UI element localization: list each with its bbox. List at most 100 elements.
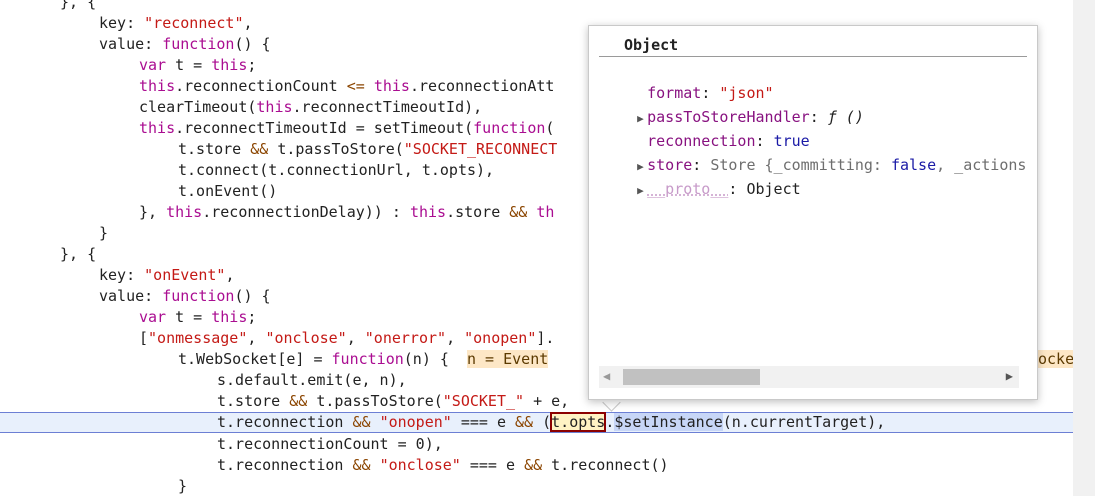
inline-value-annotation: ocke: [1038, 350, 1073, 368]
string-literal: "onopen": [379, 413, 452, 431]
code-text: t.reconnection: [217, 413, 353, 431]
code-text: ,: [247, 329, 266, 347]
code-text: === e: [460, 456, 525, 474]
code-text: t.store: [217, 392, 290, 410]
code-text: .reconnectionDelay)) :: [202, 203, 410, 221]
property-value-bool: false: [890, 156, 937, 174]
keyword: this: [139, 77, 176, 95]
code-text: t.passToStore(: [268, 140, 404, 158]
operator: &&: [352, 456, 371, 474]
code-line: }, {: [0, 0, 1073, 13]
property-value: , _actions: [936, 156, 1027, 174]
code-text: ;: [247, 56, 257, 74]
operator: &&: [524, 456, 543, 474]
editor-vertical-scrollbar[interactable]: [1073, 0, 1095, 496]
string-literal: "SOCKET_": [442, 392, 525, 410]
keyword: this: [211, 308, 248, 326]
code-text: (n) {: [403, 350, 467, 368]
scroll-left-icon[interactable]: ◀: [603, 369, 610, 383]
code-text: }: [178, 477, 188, 495]
code-text: }, {: [60, 245, 97, 263]
code-text: t.reconnectionCount = 0),: [217, 435, 443, 453]
property-row-format: format: "json": [601, 60, 773, 102]
code-line-fragment: ocke: [1038, 349, 1073, 370]
code-text: key:: [99, 266, 145, 284]
code-line: t.reconnectionCount = 0),: [0, 434, 1073, 455]
code-text: [: [139, 329, 149, 347]
code-line: }: [0, 476, 1073, 496]
hovered-expression[interactable]: t.opts: [550, 412, 607, 432]
code-text: (: [545, 119, 555, 137]
code-text: key:: [99, 14, 145, 32]
keyword: this: [373, 77, 410, 95]
popover-horizontal-scrollbar[interactable]: ◀ ▶: [599, 366, 1019, 388]
code-text: () {: [234, 35, 271, 53]
operator: &&: [509, 203, 528, 221]
code-text: + e,: [524, 392, 570, 410]
string-literal: "onopen": [464, 329, 537, 347]
keyword: var: [139, 56, 167, 74]
code-line: t.reconnection && "onclose" === e && t.r…: [0, 455, 1073, 476]
string-literal: "onmessage": [148, 329, 248, 347]
keyword: function: [162, 35, 235, 53]
keyword: this: [256, 98, 293, 116]
string-literal: "onclose": [379, 456, 461, 474]
code-text: .reconnectionAtt: [409, 77, 555, 95]
code-text: s.default.emit(e, n),: [217, 371, 407, 389]
object-preview-popover[interactable]: Object format: "json" ▶ passToStoreHandle…: [588, 25, 1038, 400]
current-execution-line[interactable]: t.reconnection && "onopen" === e && (t.o…: [0, 412, 1073, 433]
code-text: t.WebSocket[e] =: [178, 350, 332, 368]
property-row-proto[interactable]: ▶ __proto__: Object: [601, 156, 801, 198]
operator: &&: [289, 392, 308, 410]
code-text: t.onEvent(): [178, 182, 278, 200]
code-text: ,: [243, 14, 253, 32]
string-literal: "onEvent": [144, 266, 226, 284]
code-text: }, {: [60, 0, 97, 11]
string-literal: "onclose": [265, 329, 347, 347]
code-text: clearTimeout(: [139, 98, 257, 116]
code-text: === e: [451, 413, 516, 431]
property-value: Object: [746, 180, 801, 198]
code-text: (: [533, 413, 552, 431]
property-row-passtostorehandler[interactable]: ▶ passToStoreHandler: ƒ (): [601, 84, 864, 126]
popover-title: Object: [599, 34, 1027, 57]
code-text: ,: [446, 329, 465, 347]
operator: &&: [250, 140, 269, 158]
keyword: th: [536, 203, 555, 221]
code-text: ,: [346, 329, 365, 347]
property-separator: :: [809, 108, 828, 126]
scroll-right-icon[interactable]: ▶: [1006, 369, 1013, 383]
keyword: this: [409, 203, 447, 221]
code-text: .reconnectionCount: [175, 77, 347, 95]
code-text: t.connect(t.connectionUrl, t.opts),: [178, 161, 495, 179]
keyword: this: [166, 203, 203, 221]
code-text: t =: [166, 308, 212, 326]
code-text: .reconnectTimeoutId),: [292, 98, 483, 116]
code-text: ,: [225, 266, 235, 284]
keyword: function: [473, 119, 546, 137]
code-text: .reconnectTimeoutId = setTimeout(: [175, 119, 474, 137]
expand-triangle-icon[interactable]: ▶: [637, 180, 647, 202]
code-text: t.reconnection: [217, 456, 353, 474]
scrollbar-thumb[interactable]: [623, 369, 760, 385]
string-literal: "onerror": [364, 329, 447, 347]
string-literal: "reconnect": [144, 14, 244, 32]
code-text: (n.currentTarget),: [722, 413, 886, 431]
code-text: t =: [166, 56, 212, 74]
property-value: ƒ (): [827, 108, 864, 126]
selected-text[interactable]: $setInstance: [614, 413, 723, 431]
operator: &&: [515, 413, 534, 431]
property-row-store[interactable]: ▶ store: Store {_committing: false, _acti…: [601, 132, 1026, 174]
code-text: ;: [247, 308, 257, 326]
operator: &&: [352, 413, 371, 431]
string-literal: "SOCKET_RECONNECT: [403, 140, 558, 158]
inline-value-annotation[interactable]: n = Event: [467, 350, 549, 368]
code-text: }: [99, 224, 109, 242]
code-text: value:: [99, 35, 163, 53]
code-text: t.store: [178, 140, 251, 158]
code-text: () {: [234, 287, 271, 305]
operator: <=: [346, 77, 365, 95]
